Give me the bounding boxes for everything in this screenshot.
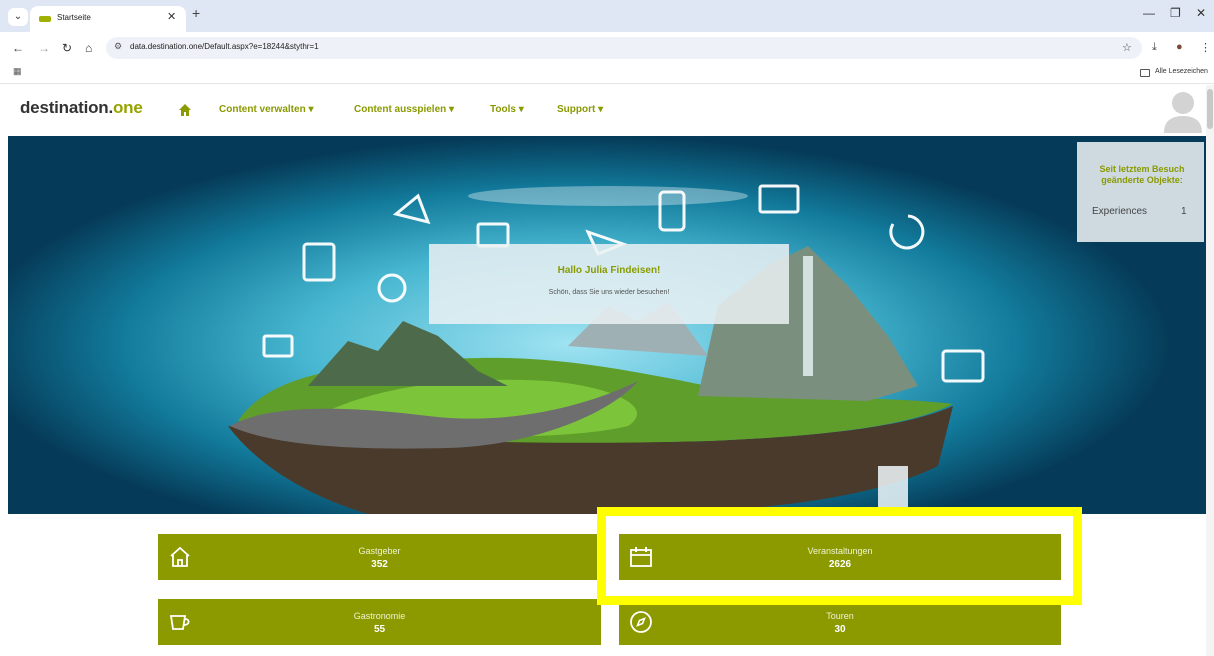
back-icon[interactable]: ←	[12, 41, 24, 55]
changes-title: Seit letztem Besuch geänderte Objekte:	[1099, 164, 1185, 185]
restore-icon[interactable]: ❐	[1170, 6, 1181, 20]
menu-dots-icon[interactable]: ⋮	[1200, 41, 1211, 54]
folder-icon[interactable]	[1140, 69, 1150, 77]
changes-panel: Seit letztem Besuch geänderte Objekte: E…	[1077, 142, 1204, 242]
tile-label: Gastronomie	[353, 611, 406, 621]
home-icon[interactable]: ⌂	[85, 41, 92, 55]
tile-count: 30	[834, 624, 846, 635]
logo-text: destination.	[20, 98, 113, 117]
menu-tools[interactable]: Tools ▾	[490, 104, 524, 115]
welcome-title: Hallo Julia Findeisen!	[557, 265, 661, 276]
tile-touren[interactable]: Touren 30	[619, 599, 1061, 645]
page-content: destination.one Content verwalten ▾ Cont…	[0, 85, 1214, 656]
bookmarks-bar: ▦ Alle Lesezeichen	[0, 62, 1214, 84]
changes-item-count: 1	[1181, 206, 1187, 217]
highlight-frame	[597, 507, 1082, 605]
reload-icon[interactable]: ↻	[62, 41, 72, 55]
welcome-subtitle: Schön, dass Sie uns wieder besuchen!	[548, 289, 670, 296]
tab-search-button[interactable]: ⌄	[8, 8, 28, 26]
tile-label: Gastgeber	[358, 546, 401, 556]
favicon-icon	[39, 16, 51, 22]
menu-content-ausspielen[interactable]: Content ausspielen ▾	[354, 104, 454, 115]
scrollbar-thumb[interactable]	[1207, 89, 1213, 129]
hero-banner: Hallo Julia Findeisen! Schön, dass Sie u…	[8, 136, 1206, 514]
browser-tab[interactable]: Startseite ✕	[30, 6, 186, 32]
home-nav-icon[interactable]	[178, 103, 192, 117]
tile-label: Touren	[826, 611, 854, 621]
close-window-icon[interactable]: ✕	[1196, 6, 1206, 20]
page-scrollbar[interactable]	[1206, 85, 1214, 656]
apps-icon[interactable]: ▦	[13, 66, 22, 77]
tile-gastronomie[interactable]: Gastronomie 55	[158, 599, 601, 645]
profile-avatar-icon[interactable]: ●	[1176, 41, 1183, 53]
changes-item-label[interactable]: Experiences	[1092, 206, 1147, 217]
menu-content-verwalten[interactable]: Content verwalten ▾	[219, 104, 313, 115]
minimize-icon[interactable]: —	[1143, 6, 1155, 20]
url-text: data.destination.one/Default.aspx?e=1824…	[130, 42, 319, 51]
address-bar[interactable]: ⚙ data.destination.one/Default.aspx?e=18…	[106, 37, 1142, 59]
bookmark-star-icon[interactable]: ☆	[1122, 41, 1132, 54]
tile-count: 352	[371, 559, 388, 570]
browser-tab-bar: ⌄ Startseite ✕ + — ❐ ✕	[0, 0, 1214, 32]
address-row: ← → ↻ ⌂ ⚙ data.destination.one/Default.a…	[0, 32, 1214, 62]
menu-support[interactable]: Support ▾	[557, 104, 603, 115]
download-icon[interactable]: ⤓	[1152, 41, 1157, 54]
site-header: destination.one Content verwalten ▾ Cont…	[0, 85, 1206, 136]
tile-gastgeber[interactable]: Gastgeber 352	[158, 534, 601, 580]
site-logo[interactable]: destination.one	[20, 98, 143, 118]
floating-island-image	[228, 184, 985, 514]
tile-count: 55	[373, 624, 386, 635]
new-tab-button[interactable]: +	[192, 5, 200, 21]
site-info-icon[interactable]: ⚙	[114, 41, 122, 52]
forward-icon[interactable]: →	[38, 41, 50, 55]
all-bookmarks-link[interactable]: Alle Lesezeichen	[1155, 68, 1208, 75]
welcome-box: Hallo Julia Findeisen! Schön, dass Sie u…	[429, 244, 789, 324]
tab-close-icon[interactable]: ✕	[167, 10, 176, 23]
logo-accent: one	[113, 98, 143, 117]
tab-title: Startseite	[57, 13, 91, 22]
user-avatar-icon[interactable]	[1160, 87, 1206, 135]
